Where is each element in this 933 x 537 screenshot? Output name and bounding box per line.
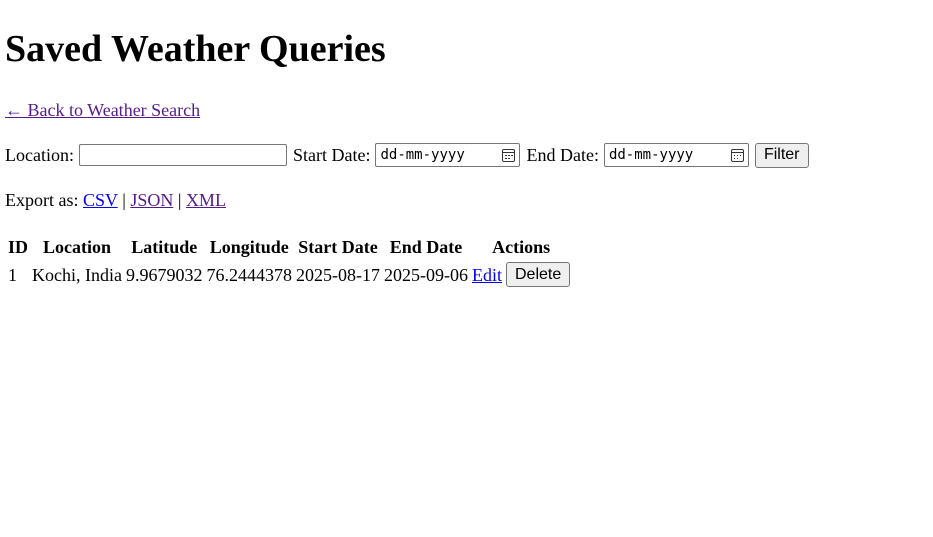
separator: | — [177, 190, 182, 210]
edit-link[interactable]: Edit — [472, 264, 502, 286]
end-date-input[interactable]: dd-mm-yyyy — [603, 143, 749, 167]
table-header-row: ID Location Latitude Longitude Start Dat… — [7, 235, 571, 259]
cell-location: Kochi, India — [32, 264, 122, 285]
export-json-link[interactable]: JSON — [130, 190, 173, 210]
location-input[interactable] — [78, 144, 287, 166]
back-to-search-link[interactable]: ← Back to Weather Search — [5, 99, 200, 121]
page-title: Saved Weather Queries — [5, 28, 386, 70]
filter-button[interactable]: Filter — [754, 142, 809, 168]
cell-end-date: 2025-09-06 — [384, 264, 468, 285]
header-actions: Actions — [492, 237, 551, 257]
cell-longitude: 76.2444378 — [206, 264, 293, 285]
header-longitude: Longitude — [209, 237, 289, 257]
header-end-date: End Date — [389, 237, 463, 257]
export-csv-link[interactable]: CSV — [83, 190, 118, 210]
header-start-date: Start Date — [298, 237, 378, 257]
location-label: Location: — [5, 145, 74, 165]
end-date-label: End Date: — [526, 145, 599, 165]
export-label: Export as: — [5, 190, 79, 210]
export-xml-link[interactable]: XML — [186, 190, 226, 210]
filter-form: Location: Start Date: dd-mm-yyyy End Dat… — [5, 141, 809, 169]
export-links: Export as: CSV | JSON | XML — [5, 189, 226, 211]
delete-button[interactable]: Delete — [506, 262, 571, 287]
header-location: Location — [43, 237, 112, 257]
header-latitude: Latitude — [131, 237, 198, 257]
cell-start-date: 2025-08-17 — [296, 264, 380, 285]
calendar-icon[interactable] — [502, 148, 516, 162]
end-date-placeholder: dd-mm-yyyy — [608, 147, 694, 163]
queries-table: ID Location Latitude Longitude Start Dat… — [5, 233, 573, 290]
calendar-icon[interactable] — [730, 148, 744, 162]
cell-id: 1 — [8, 264, 17, 285]
start-date-placeholder: dd-mm-yyyy — [380, 147, 465, 163]
start-date-label: Start Date: — [292, 145, 371, 165]
separator: | — [122, 190, 126, 210]
cell-latitude: 9.9679032 — [126, 264, 203, 285]
table-row: 1 Kochi, India 9.9679032 76.2444378 2025… — [7, 261, 571, 288]
header-id: ID — [8, 237, 29, 257]
start-date-input[interactable]: dd-mm-yyyy — [375, 143, 521, 167]
cell-actions: Edit Delete — [471, 261, 571, 288]
